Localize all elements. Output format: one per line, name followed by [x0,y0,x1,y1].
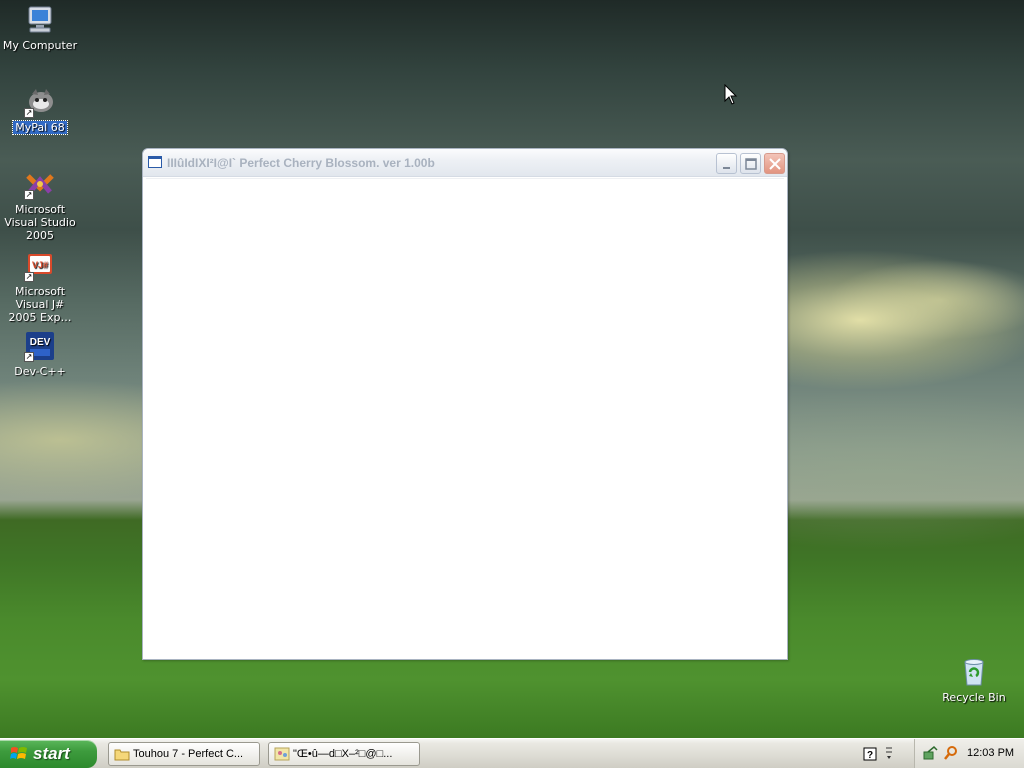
taskbar-item-label: Touhou 7 - Perfect C... [133,748,244,760]
desktop-icon-label: Microsoft Visual J# 2005 Exp… [8,285,72,324]
taskbar-item-game[interactable]: "Œ•û—d□X–²□@□... [268,742,420,766]
mypal-browser-icon: ↗ [24,86,56,118]
minimize-icon [723,167,730,169]
dev-cpp-icon: DEV ↗ [24,330,56,362]
help-icon: ? [863,747,892,761]
shortcut-arrow-icon: ↗ [24,352,34,362]
folder-icon [114,749,130,761]
window-app-icon[interactable] [148,156,162,168]
vjsharp-badge: VJ# [32,260,48,270]
window-titlebar[interactable]: IIIûIdIXI²I@I` Perfect Cherry Blossom. v… [143,149,787,177]
desktop-icon-visual-studio[interactable]: ↗ Microsoft Visual Studio 2005 [0,168,80,242]
visual-jsharp-icon: VJ# ↗ [24,250,56,282]
maximize-icon [745,158,757,170]
close-icon [769,158,781,170]
search-icon[interactable] [943,745,959,761]
windows-logo-icon [10,747,27,759]
system-tray: 12:03 PM [914,739,1024,768]
close-button[interactable] [764,153,785,174]
taskbar: start Touhou 7 - Perfect C... "Œ•û—d□X–²… [0,738,1024,768]
desktop-icon-label: My Computer [2,39,78,52]
start-button[interactable]: start [0,740,97,768]
app-window[interactable]: IIIûIdIXI²I@I` Perfect Cherry Blossom. v… [142,148,788,660]
shortcut-arrow-icon: ↗ [24,190,34,200]
dev-badge: DEV [30,337,51,348]
desktop-icon-dev-cpp[interactable]: DEV ↗ Dev-C++ [0,330,80,378]
clock[interactable]: 12:03 PM [967,747,1014,759]
svg-text:?: ? [867,750,873,761]
mouse-cursor-icon [724,84,738,105]
shortcut-arrow-icon: ↗ [24,108,34,118]
minimize-button[interactable] [716,153,737,174]
desktop-icon-label: MyPal 68 [12,120,68,135]
desktop-icon-label: Dev-C++ [14,365,66,378]
window-title: IIIûIdIXI²I@I` Perfect Cherry Blossom. v… [167,156,435,170]
desktop-icon-recycle-bin[interactable]: Recycle Bin [934,656,1014,704]
desktop-icon-mypal[interactable]: ↗ MyPal 68 [0,86,80,135]
taskbar-item-folder[interactable]: Touhou 7 - Perfect C... [108,742,260,766]
my-computer-icon [24,4,56,36]
desktop-icon-label: Microsoft Visual Studio 2005 [4,203,76,242]
game-icon [274,747,290,761]
window-client-area[interactable] [146,178,784,656]
desktop-icon-my-computer[interactable]: My Computer [0,4,80,52]
maximize-button[interactable] [740,153,761,174]
visual-studio-icon: ↗ [24,168,56,200]
network-icon[interactable] [923,745,939,761]
recycle-bin-icon [958,656,990,688]
start-label: start [33,744,70,763]
desktop-icon-visual-jsharp[interactable]: VJ# ↗ Microsoft Visual J# 2005 Exp… [0,250,80,324]
shortcut-arrow-icon: ↗ [24,272,34,282]
language-bar[interactable]: ? [856,742,912,766]
taskbar-item-label: "Œ•û—d□X–²□@□... [293,748,393,760]
desktop-icon-label: Recycle Bin [942,691,1006,704]
